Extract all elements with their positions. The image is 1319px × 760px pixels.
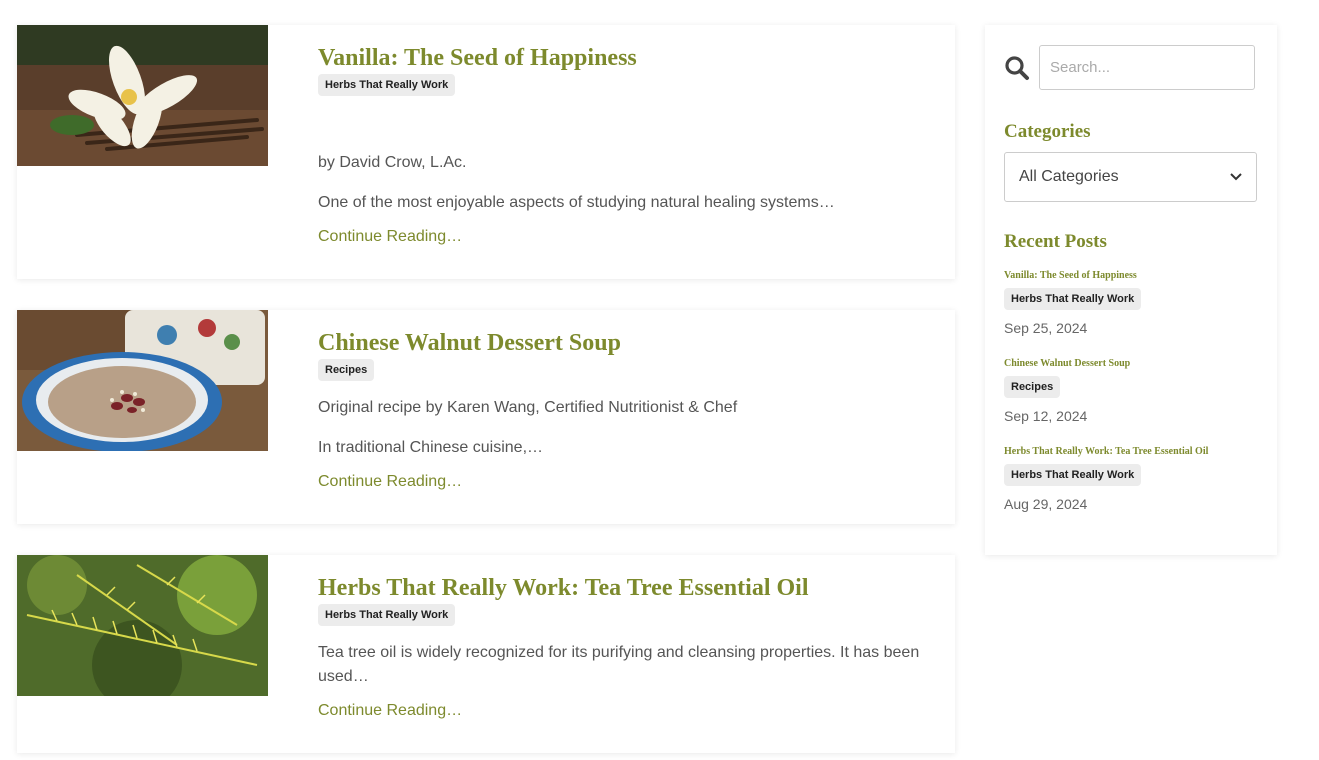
categories-selected-value: All Categories [1019,168,1119,185]
continue-reading-link[interactable]: Continue Reading… [318,225,462,249]
categories-heading: Categories [1004,121,1091,142]
category-badge[interactable]: Recipes [1004,376,1061,398]
post-thumbnail[interactable] [17,25,268,166]
post-card: Chinese Walnut Dessert Soup Recipes Orig… [17,310,955,524]
post-excerpt: Tea tree oil is widely recognized for it… [318,644,920,685]
category-badge[interactable]: Herbs That Really Work [1004,464,1142,486]
search-row [1004,45,1257,92]
chevron-down-icon [1230,168,1242,186]
post-thumbnail[interactable] [17,555,268,696]
search-input[interactable] [1039,45,1255,90]
recent-post-date: Aug 29, 2024 [1004,496,1088,512]
search-icon[interactable] [1004,55,1030,86]
post-card: Vanilla: The Seed of Happiness Herbs Tha… [17,25,955,279]
post-title[interactable]: Chinese Walnut Dessert Soup [318,328,621,358]
post-thumbnail[interactable] [17,310,268,451]
recent-post-date: Sep 12, 2024 [1004,408,1088,424]
recent-post-item: Vanilla: The Seed of Happiness Herbs Tha… [1004,270,1257,336]
post-byline: Original recipe by Karen Wang, Certified… [318,399,738,416]
recent-post-date: Sep 25, 2024 [1004,320,1088,336]
recent-post-title[interactable]: Vanilla: The Seed of Happiness [1004,270,1257,282]
category-badge[interactable]: Recipes [318,359,375,381]
post-excerpt: In traditional Chinese cuisine,… [318,439,544,456]
category-badge[interactable]: Herbs That Really Work [318,604,456,626]
post-byline: by David Crow, L.Ac. [318,154,467,171]
post-title[interactable]: Herbs That Really Work: Tea Tree Essenti… [318,573,809,603]
post-card: Herbs That Really Work: Tea Tree Essenti… [17,555,955,753]
recent-post-title[interactable]: Herbs That Really Work: Tea Tree Essenti… [1004,446,1257,458]
continue-reading-link[interactable]: Continue Reading… [318,470,462,494]
post-title[interactable]: Vanilla: The Seed of Happiness [318,43,637,73]
categories-dropdown[interactable]: All Categories [1004,152,1257,202]
continue-reading-link[interactable]: Continue Reading… [318,699,462,723]
recent-post-item: Chinese Walnut Dessert Soup Recipes Sep … [1004,358,1257,424]
recent-posts-heading: Recent Posts [1004,231,1107,252]
sidebar: Categories All Categories Recent Posts V… [985,25,1277,555]
recent-post-title[interactable]: Chinese Walnut Dessert Soup [1004,358,1257,370]
category-badge[interactable]: Herbs That Really Work [1004,288,1142,310]
recent-post-item: Herbs That Really Work: Tea Tree Essenti… [1004,446,1257,512]
category-badge[interactable]: Herbs That Really Work [318,74,456,96]
post-excerpt: One of the most enjoyable aspects of stu… [318,194,835,211]
